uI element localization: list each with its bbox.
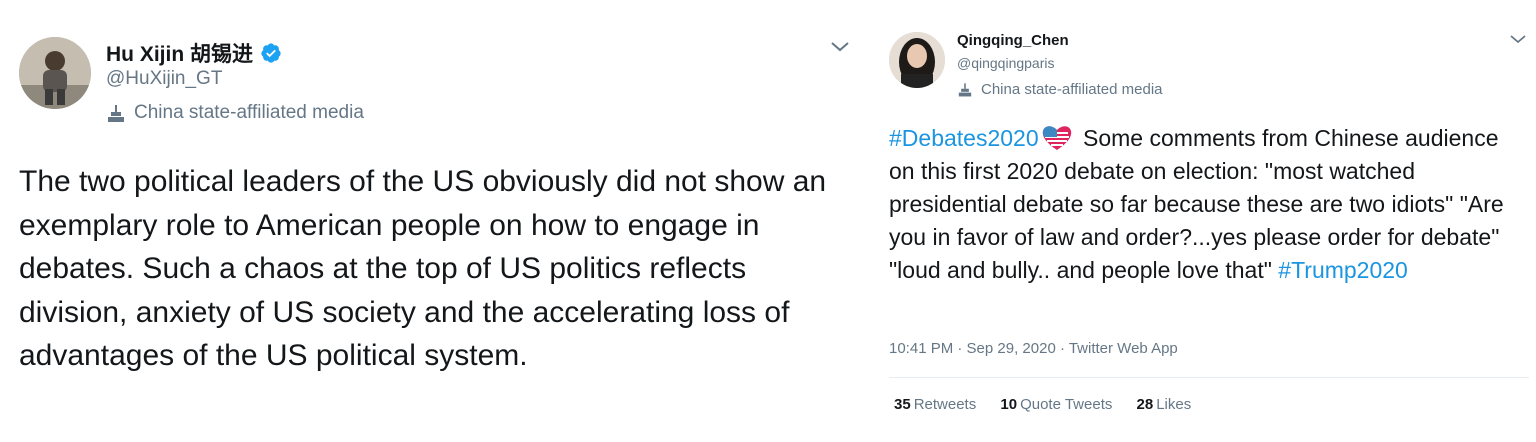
hashtag-debates2020[interactable]: #Debates2020 xyxy=(889,125,1039,151)
state-media-label[interactable]: China state-affiliated media xyxy=(106,102,364,124)
quote-tweets-count: 10 xyxy=(1000,396,1018,413)
hashtag-trump2020[interactable]: #Trump2020 xyxy=(1278,257,1408,283)
engagement-stats: 35 Retweets 10 Quote Tweets 28 Likes xyxy=(894,396,1211,413)
state-media-icon xyxy=(958,83,972,97)
display-name-text[interactable]: Hu Xijin 胡锡进 xyxy=(106,38,253,68)
likes-stat[interactable]: 28 Likes xyxy=(1137,396,1192,413)
retweets-stat[interactable]: 35 Retweets xyxy=(894,396,976,413)
tweet-hu-xijin: Hu Xijin 胡锡进 @HuXijin_GT China state-aff… xyxy=(0,0,870,442)
quote-tweets-label: Quote Tweets xyxy=(1020,396,1113,413)
display-name[interactable]: Qingqing_Chen xyxy=(957,32,1069,49)
display-name-text[interactable]: Qingqing_Chen xyxy=(957,32,1069,49)
chevron-down-icon[interactable] xyxy=(1508,32,1528,48)
retweets-label: Retweets xyxy=(913,396,977,413)
quote-tweets-stat[interactable]: 10 Quote Tweets xyxy=(1000,396,1112,413)
state-media-icon xyxy=(108,105,124,122)
likes-count: 28 xyxy=(1136,396,1154,413)
avatar[interactable] xyxy=(19,37,91,109)
user-handle[interactable]: @qingqingparis xyxy=(957,55,1055,71)
tweet-timestamp[interactable]: 10:41 PM · Sep 29, 2020 · Twitter Web Ap… xyxy=(889,340,1178,357)
us-flag-heart-icon xyxy=(1042,126,1071,150)
state-media-label[interactable]: China state-affiliated media xyxy=(957,81,1163,98)
tweet-text: #Debates2020 Some comments from Chinese … xyxy=(889,122,1514,287)
retweets-count: 35 xyxy=(894,396,911,413)
tweet-qingqing-chen: Qingqing_Chen @qingqingparis China state… xyxy=(870,0,1536,442)
display-name[interactable]: Hu Xijin 胡锡进 xyxy=(106,38,282,68)
chevron-down-icon[interactable] xyxy=(829,39,851,55)
user-handle[interactable]: @HuXijin_GT xyxy=(106,68,222,90)
state-media-label-text: China state-affiliated media xyxy=(981,81,1163,98)
verified-badge-icon xyxy=(261,43,281,63)
avatar[interactable] xyxy=(889,32,945,88)
divider xyxy=(889,377,1529,378)
likes-label: Likes xyxy=(1156,396,1192,413)
state-media-label-text: China state-affiliated media xyxy=(134,102,364,123)
tweet-text: The two political leaders of the US obvi… xyxy=(19,165,827,372)
